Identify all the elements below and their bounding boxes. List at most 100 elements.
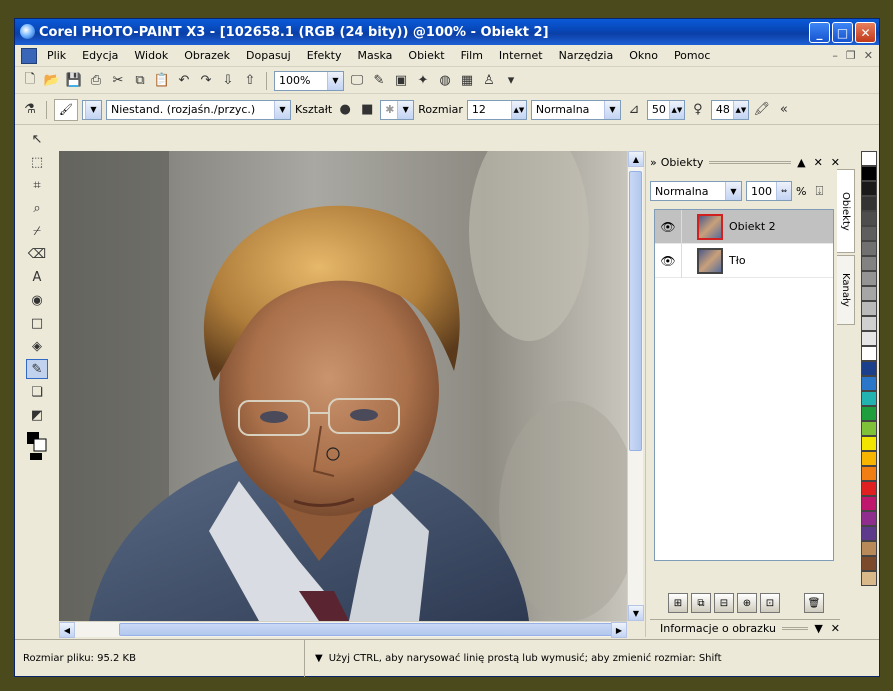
scroll-up-icon[interactable]: ▲: [628, 151, 644, 167]
tab-obiekty[interactable]: Obiekty: [837, 169, 855, 253]
color-swatch[interactable]: [861, 406, 877, 421]
brush-options-icon[interactable]: 🖍: [753, 101, 771, 119]
paste-icon[interactable]: 📋: [153, 72, 171, 90]
export-icon[interactable]: ⇧: [241, 72, 259, 90]
undo-icon[interactable]: ↶: [175, 72, 193, 90]
image-info-close-icon[interactable]: ✕: [831, 622, 840, 635]
mdi-close-icon[interactable]: ✕: [864, 49, 873, 62]
brush-type-select[interactable]: Niestand. (rozjaśn./przyc.) ▼: [106, 99, 291, 120]
color-swatch[interactable]: [861, 316, 877, 331]
mask-marquee-icon[interactable]: ◍: [436, 72, 454, 90]
mask-tool-icon[interactable]: ✎: [370, 72, 388, 90]
layer-lock-cell[interactable]: [681, 209, 697, 244]
vertical-scrollbar[interactable]: ▲ ▼: [627, 151, 644, 621]
color-swatch[interactable]: [861, 211, 877, 226]
effect-tool-icon[interactable]: ✎: [26, 359, 48, 379]
menu-plik[interactable]: Plik: [47, 49, 66, 62]
mdi-restore-icon[interactable]: ❐: [846, 49, 856, 62]
copy-icon[interactable]: ⧉: [131, 72, 149, 90]
combine-objects-icon[interactable]: ⊟: [714, 593, 734, 613]
expand-arrows-icon[interactable]: «: [775, 101, 793, 119]
color-swatch[interactable]: [861, 181, 877, 196]
menu-widok[interactable]: Widok: [134, 49, 168, 62]
round-shape-icon[interactable]: ●: [336, 101, 354, 119]
pick-tool-icon[interactable]: ↖: [26, 129, 48, 149]
merge-mode-select[interactable]: Normalna ▼: [530, 99, 621, 120]
color-swatch[interactable]: [861, 301, 877, 316]
rectangle-tool-icon[interactable]: □: [26, 313, 48, 333]
new-file-icon[interactable]: 🗋: [21, 72, 39, 90]
scroll-down-icon[interactable]: ▼: [628, 605, 644, 621]
visibility-eye-icon[interactable]: 👁: [655, 254, 681, 268]
color-swatch[interactable]: [861, 526, 877, 541]
square-shape-icon[interactable]: ■: [358, 101, 376, 119]
mdi-minimize-icon[interactable]: –: [832, 49, 838, 62]
close-button[interactable]: ✕: [855, 22, 876, 43]
scroll-left-icon[interactable]: ◀: [59, 622, 75, 638]
fill-tool-icon[interactable]: ◈: [26, 336, 48, 356]
text-tool-icon[interactable]: A: [26, 267, 48, 287]
more-icon[interactable]: ▾: [502, 72, 520, 90]
menu-pomoc[interactable]: Pomoc: [674, 49, 710, 62]
visibility-eye-icon[interactable]: 👁: [655, 220, 681, 234]
tab-kanaly[interactable]: Kanały: [837, 255, 855, 325]
color-swatch[interactable]: [861, 151, 877, 166]
color-swatch[interactable]: [861, 166, 877, 181]
color-swatch[interactable]: [861, 496, 877, 511]
brush-settings-icon[interactable]: ⚗: [21, 101, 39, 119]
save-icon[interactable]: 💾: [65, 72, 83, 90]
color-swatch[interactable]: [861, 436, 877, 451]
new-object-from-mask-icon[interactable]: ⧉: [691, 593, 711, 613]
brush-nib-icon[interactable]: 🖌: [54, 98, 78, 121]
open-file-icon[interactable]: 📂: [43, 72, 61, 90]
zoom-tool-icon[interactable]: ⌕: [26, 198, 48, 218]
color-swatch[interactable]: [861, 451, 877, 466]
minimize-button[interactable]: _: [809, 22, 830, 43]
opacity-input[interactable]: 100 ⇔: [746, 181, 792, 201]
status-dropdown-icon[interactable]: ▼: [315, 653, 323, 664]
menu-okno[interactable]: Okno: [629, 49, 658, 62]
menu-obiekt[interactable]: Obiekt: [408, 49, 444, 62]
cut-icon[interactable]: ✂: [109, 72, 127, 90]
color-swatch[interactable]: [861, 271, 877, 286]
menu-internet[interactable]: Internet: [499, 49, 543, 62]
layer-lock-cell[interactable]: [681, 243, 697, 278]
image-info-expand-icon[interactable]: ▼: [814, 622, 822, 635]
shape-dropdown[interactable]: ✱ ▼: [380, 99, 415, 120]
eyedropper-icon[interactable]: ⌿: [26, 221, 48, 241]
soften-spinner[interactable]: 48 ▲▼: [710, 99, 749, 120]
color-swatch[interactable]: [861, 286, 877, 301]
crop-tool-icon[interactable]: ⌗: [26, 175, 48, 195]
zoom-select[interactable]: 100% ▼: [274, 70, 344, 91]
color-swatch[interactable]: [861, 481, 877, 496]
drop-shadow-icon[interactable]: ❏: [26, 382, 48, 402]
lock-icon[interactable]: ▦: [458, 72, 476, 90]
eraser-icon[interactable]: ⌫: [26, 244, 48, 264]
docker-grip[interactable]: [781, 627, 809, 630]
transparency-tool-icon[interactable]: ◩: [26, 405, 48, 425]
color-swatch[interactable]: [861, 556, 877, 571]
color-swatch[interactable]: [861, 196, 877, 211]
color-swatch[interactable]: [861, 421, 877, 436]
lens-icon[interactable]: ✦: [414, 72, 432, 90]
menu-efekty[interactable]: Efekty: [307, 49, 342, 62]
color-swatch[interactable]: [861, 466, 877, 481]
transparency-spinner[interactable]: 50 ▲▼: [646, 99, 685, 120]
create-lens-icon[interactable]: ⊡: [760, 593, 780, 613]
menu-obrazek[interactable]: Obrazek: [184, 49, 230, 62]
lock-transparency-icon[interactable]: ⍗: [810, 182, 828, 200]
import-icon[interactable]: ⇩: [219, 72, 237, 90]
new-object-icon[interactable]: ⊞: [668, 593, 688, 613]
layer-item-obiekt-2[interactable]: 👁 Obiekt 2: [655, 209, 833, 244]
docker-grip[interactable]: [709, 160, 792, 164]
color-swatch[interactable]: [861, 226, 877, 241]
layer-item-tlo[interactable]: 👁 Tło: [655, 243, 833, 278]
color-swatch[interactable]: [861, 541, 877, 556]
menu-edycja[interactable]: Edycja: [82, 49, 118, 62]
size-spinner[interactable]: 12 ▲▼: [466, 99, 527, 120]
print-icon[interactable]: ⎙: [87, 72, 105, 90]
maximize-button[interactable]: □: [832, 22, 853, 43]
color-swatch[interactable]: [861, 391, 877, 406]
color-swatch[interactable]: [861, 331, 877, 346]
color-swatch[interactable]: [861, 346, 877, 361]
